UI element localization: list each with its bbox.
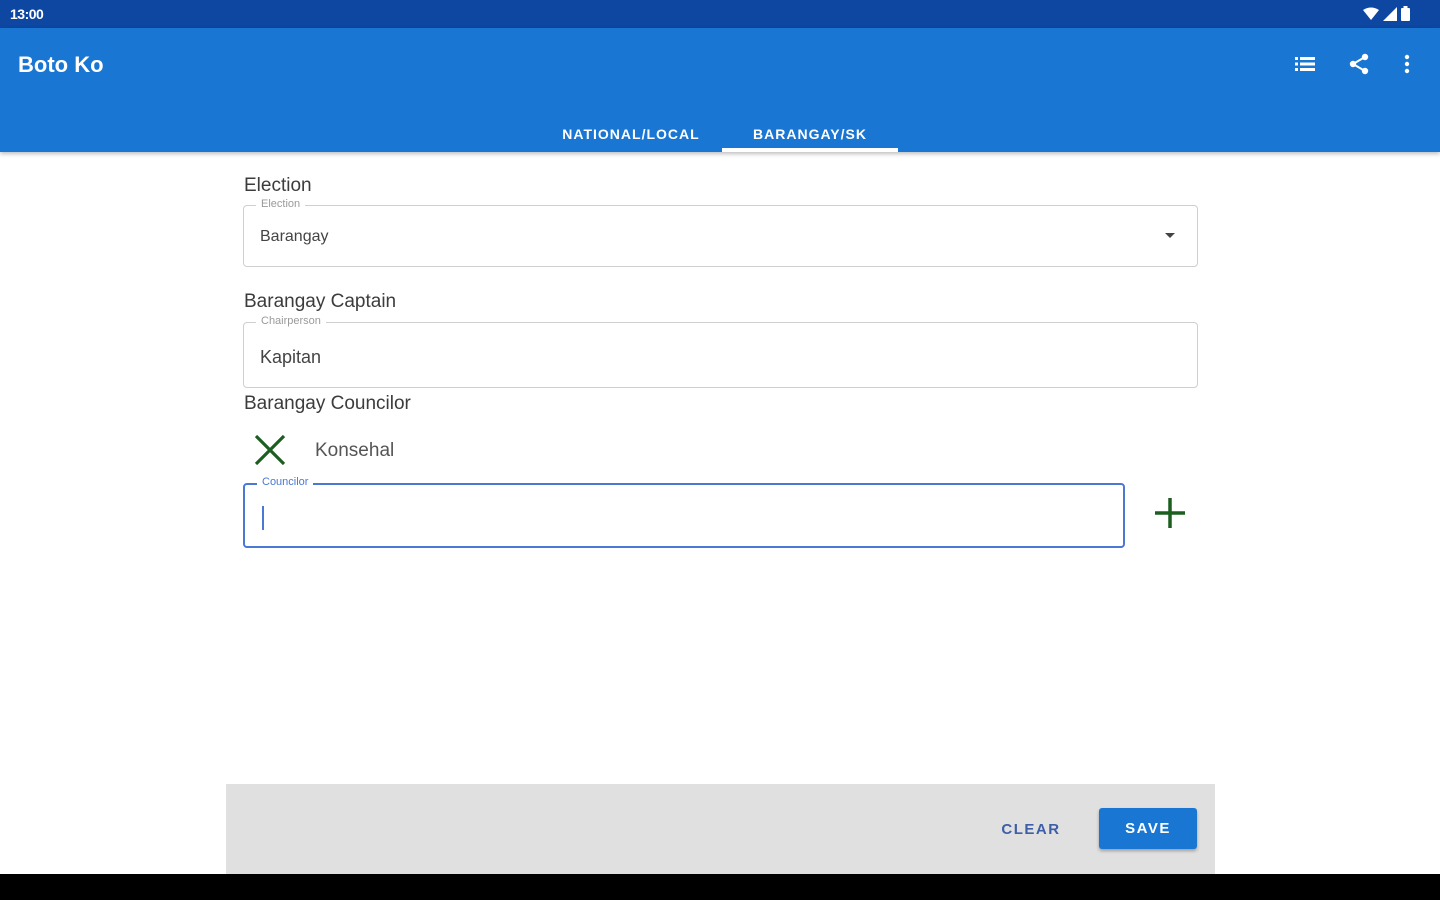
councilor-input-field[interactable]: Councilor: [243, 476, 1125, 548]
app-title: Boto Ko: [18, 52, 104, 77]
share-icon[interactable]: [1343, 48, 1375, 80]
election-dropdown[interactable]: Election Barangay: [243, 198, 1198, 267]
captain-legend: Chairperson: [256, 315, 326, 327]
councilor-legend: Councilor: [257, 476, 314, 488]
system-nav-bar: [0, 874, 1440, 900]
status-time: 13:00: [10, 6, 44, 22]
status-bar: 13:00: [0, 0, 1440, 28]
dropdown-arrow-icon: [1165, 233, 1175, 238]
councilor-section-label: Barangay Councilor: [244, 393, 411, 414]
tab-indicator: [722, 148, 898, 152]
remove-icon[interactable]: [252, 432, 288, 468]
wifi-icon: [1363, 7, 1379, 21]
battery-icon: [1401, 6, 1410, 21]
list-icon[interactable]: [1289, 48, 1321, 80]
tab-barangay-sk[interactable]: BARANGAY/SK: [722, 116, 898, 152]
app-bar: Boto Ko NATIONAL/LOCAL BARANGAY/SK: [0, 28, 1440, 152]
tab-national-local[interactable]: NATIONAL/LOCAL: [542, 116, 720, 152]
save-button[interactable]: SAVE: [1099, 808, 1197, 849]
more-vert-icon[interactable]: [1391, 48, 1423, 80]
election-legend: Election: [256, 198, 306, 210]
status-icons: [1363, 6, 1410, 21]
captain-field[interactable]: Chairperson Kapitan: [243, 315, 1198, 388]
councilor-list-item: Konsehal: [244, 428, 1144, 474]
election-section-label: Election: [244, 175, 312, 196]
cell-signal-icon: [1383, 6, 1397, 21]
councilor-input[interactable]: [259, 501, 1109, 531]
councilor-entry-label: Konsehal: [315, 440, 395, 461]
add-icon[interactable]: [1151, 494, 1189, 532]
election-value: Barangay: [260, 228, 329, 245]
captain-section-label: Barangay Captain: [244, 291, 397, 312]
captain-value: Kapitan: [260, 347, 322, 367]
clear-button[interactable]: CLEAR: [993, 809, 1069, 849]
